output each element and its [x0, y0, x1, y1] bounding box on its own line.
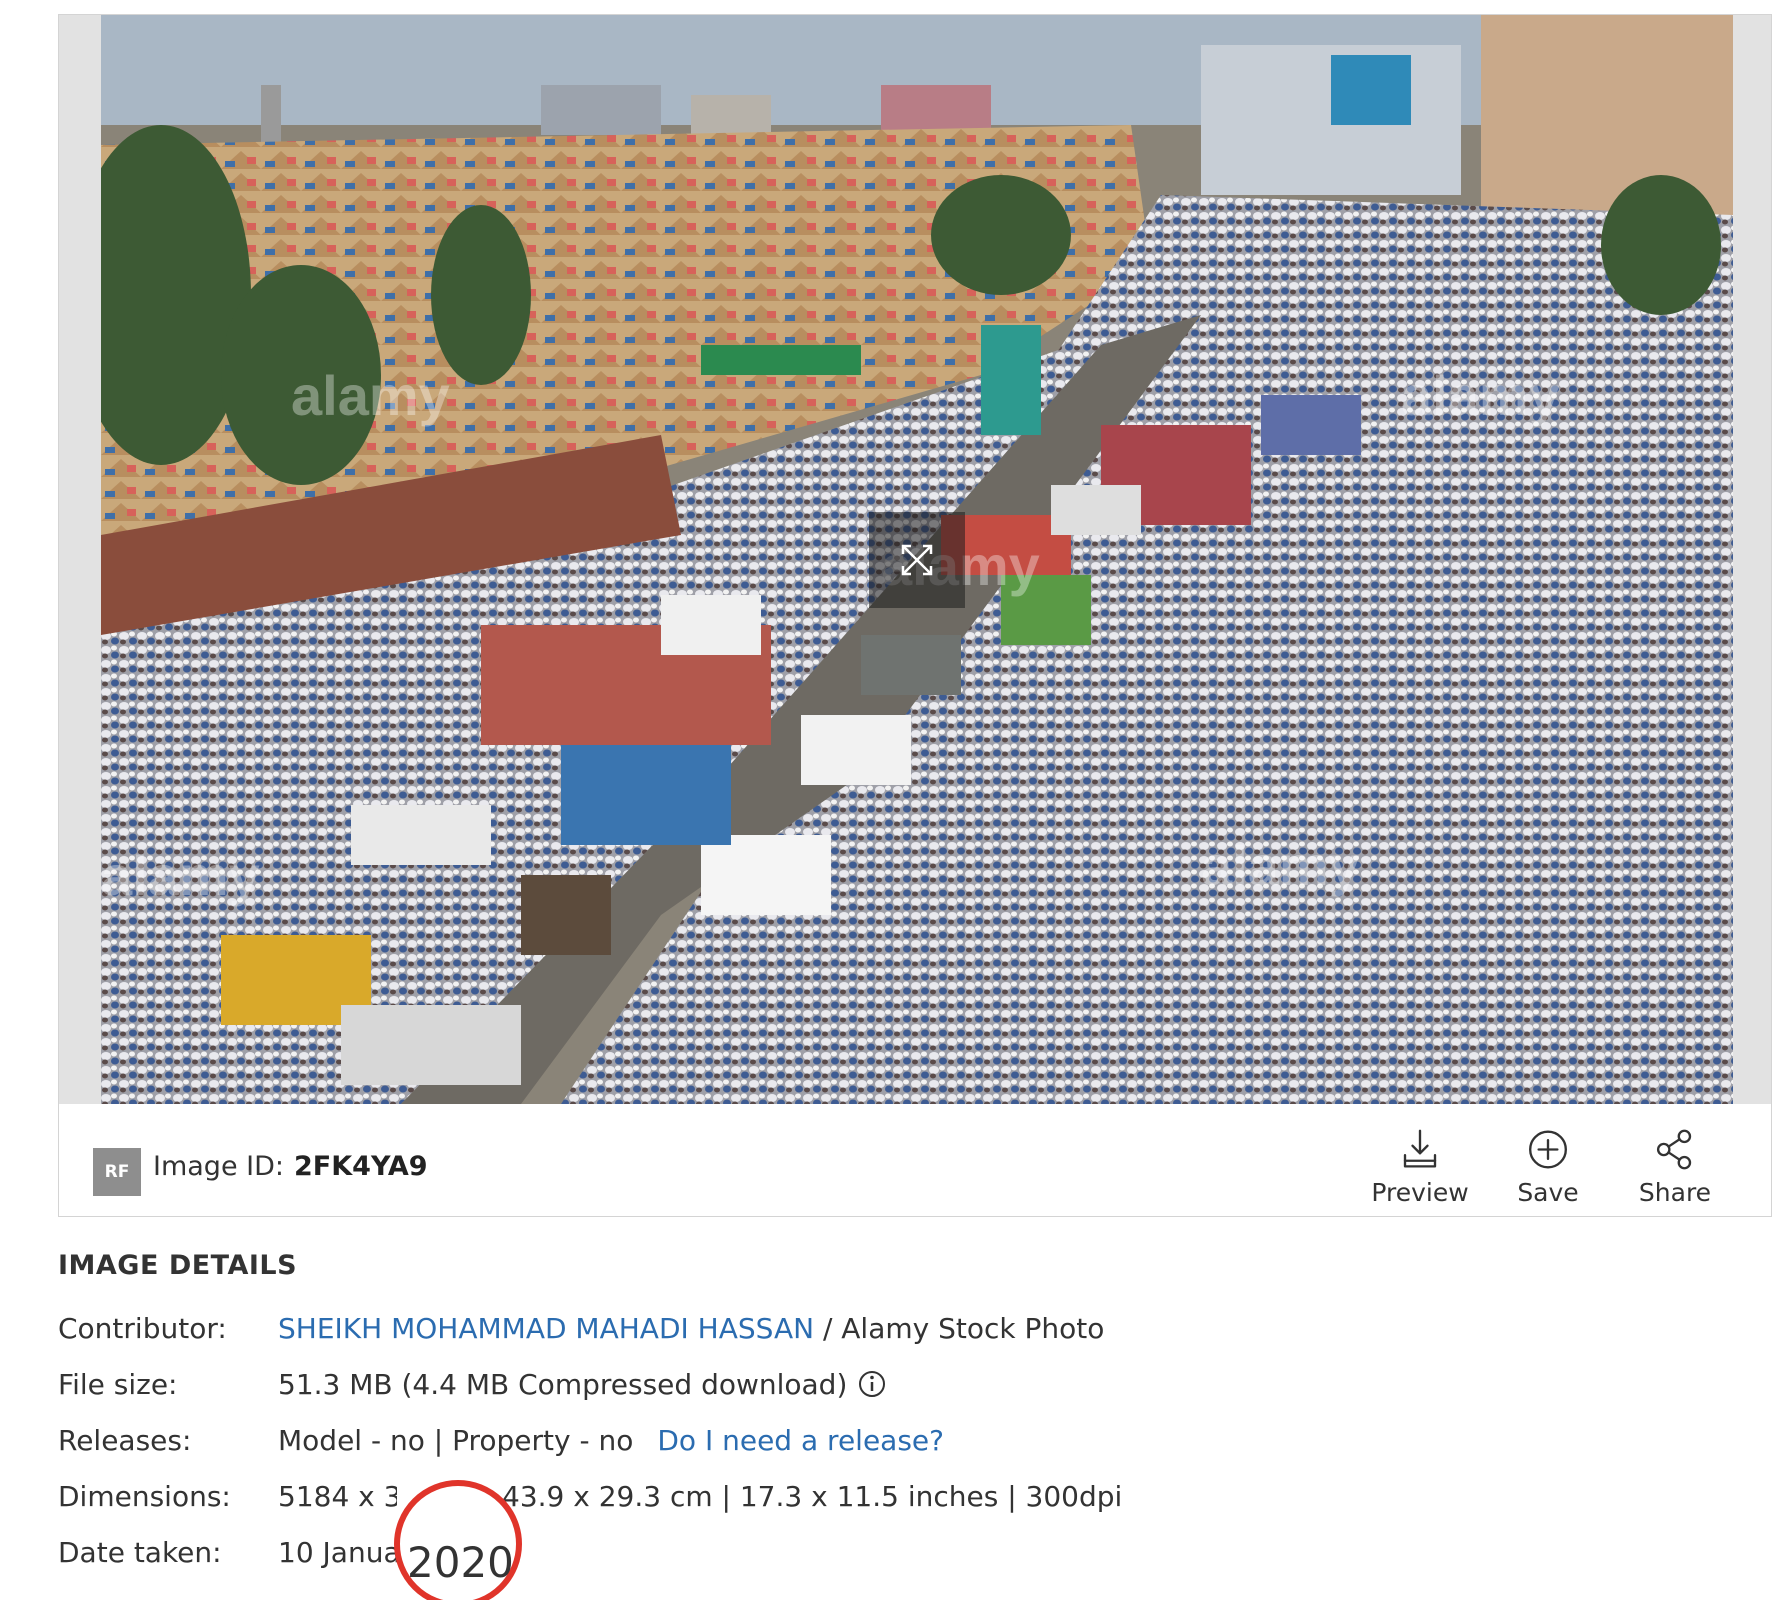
contributor-value: SHEIKH MOHAMMAD MAHADI HASSAN / Alamy St… [278, 1312, 1104, 1345]
contributor-agency: / Alamy Stock Photo [814, 1312, 1105, 1345]
image-id-label: Image ID: [153, 1151, 284, 1182]
image-info-bar: RF Image ID: 2FK4YA9 Preview Save Share [59, 1105, 1771, 1217]
file-size-key: File size: [58, 1368, 178, 1401]
contributor-key: Contributor: [58, 1312, 227, 1345]
info-icon[interactable] [857, 1369, 887, 1399]
royalty-free-badge: RF [93, 1148, 141, 1196]
date-taken-value: 10 Janua [278, 1536, 401, 1569]
preview-label: Preview [1371, 1178, 1469, 1207]
image-details-heading: IMAGE DETAILS [58, 1250, 298, 1281]
preview-button[interactable]: Preview [1360, 1127, 1480, 1207]
download-icon [1403, 1129, 1437, 1168]
releases-value: Model - no | Property - no Do I need a re… [278, 1424, 944, 1457]
annotation-year: 2020 [407, 1538, 514, 1587]
releases-text: Model - no | Property - no [278, 1424, 634, 1457]
file-size-value: 51.3 MB (4.4 MB Compressed download) [278, 1368, 887, 1401]
image-id-value: 2FK4YA9 [294, 1151, 428, 1182]
expand-icon [901, 544, 933, 576]
svg-text:alamy: alamy [1201, 834, 1360, 897]
image-card: alamy alamy alamy alamy alamy [58, 14, 1772, 1217]
dimensions-key: Dimensions: [58, 1480, 231, 1513]
svg-text:alamy: alamy [291, 364, 450, 427]
file-size-text: 51.3 MB (4.4 MB Compressed download) [278, 1368, 848, 1401]
dimensions-value-rest: 43.9 x 29.3 cm | 17.3 x 11.5 inches | 30… [502, 1480, 1123, 1513]
share-button[interactable]: Share [1615, 1127, 1735, 1207]
save-label: Save [1517, 1178, 1579, 1207]
svg-text:alamy: alamy [1401, 364, 1560, 427]
releases-key: Releases: [58, 1424, 192, 1457]
save-button[interactable]: Save [1488, 1127, 1608, 1207]
svg-text:alamy: alamy [101, 844, 260, 907]
contributor-link[interactable]: SHEIKH MOHAMMAD MAHADI HASSAN [278, 1312, 814, 1345]
plus-circle-icon [1529, 1130, 1567, 1169]
date-taken-key: Date taken: [58, 1536, 222, 1569]
image-details: IMAGE DETAILS Contributor: SHEIKH MOHAMM… [58, 1250, 1708, 1569]
image-viewer: alamy alamy alamy alamy alamy [59, 15, 1771, 1104]
release-help-link[interactable]: Do I need a release? [657, 1424, 944, 1457]
share-label: Share [1638, 1178, 1712, 1207]
share-icon [1656, 1129, 1692, 1170]
fullscreen-button[interactable] [869, 512, 965, 608]
